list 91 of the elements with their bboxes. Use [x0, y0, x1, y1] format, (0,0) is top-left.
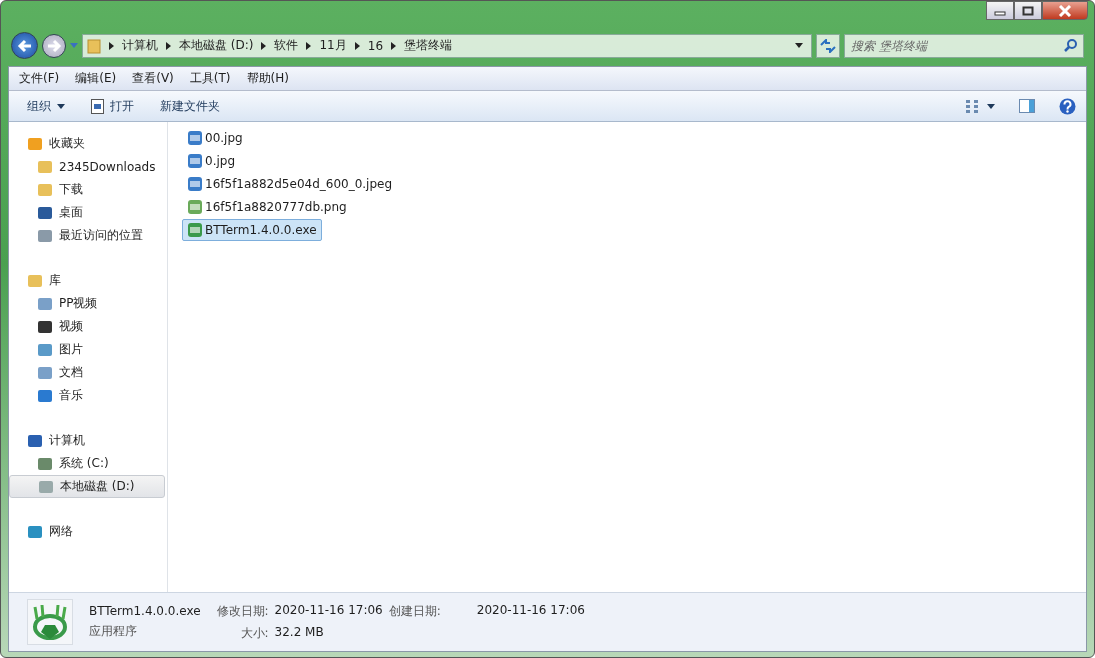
sidebar-item[interactable]: 图片 — [9, 338, 167, 361]
refresh-button[interactable] — [816, 33, 840, 58]
sidebar-item[interactable]: 系统 (C:) — [9, 452, 167, 475]
detail-label: 修改日期: — [216, 602, 269, 620]
toolbar-button[interactable]: 新建文件夹 — [150, 94, 230, 118]
menu-item[interactable]: 查看(V) — [124, 68, 182, 89]
sidebar-item-icon — [37, 295, 53, 312]
file-item[interactable]: 00.jpg — [182, 127, 248, 149]
dropdown-icon[interactable] — [795, 43, 803, 48]
sidebar-item-icon — [27, 432, 43, 449]
sidebar-item-icon — [37, 455, 53, 472]
forward-button[interactable] — [42, 33, 66, 58]
menu-item[interactable]: 帮助(H) — [238, 68, 297, 89]
arrow-right-icon — [46, 38, 62, 53]
app-logo-icon — [27, 599, 73, 645]
file-item[interactable]: 16f5f1a8820777db.png — [182, 196, 352, 218]
breadcrumb-item[interactable]: 11月 — [319, 37, 347, 54]
search-field[interactable]: 搜索 堡塔终端 — [844, 33, 1084, 58]
sidebar-item[interactable]: 本地磁盘 (D:) — [9, 475, 165, 498]
file-icon — [187, 176, 203, 192]
sidebar-item-icon — [37, 341, 53, 358]
file-name: BTTerm1.4.0.0.exe — [89, 604, 201, 618]
breadcrumb-item[interactable]: 堡塔终端 — [404, 37, 453, 54]
detail-label: 大小: — [239, 624, 269, 642]
file-icon — [187, 199, 203, 215]
chevron-icon — [166, 41, 171, 50]
sidebar-item[interactable]: 最近访问的位置 — [9, 224, 167, 247]
breadcrumb-item[interactable]: 16 — [367, 38, 384, 53]
sidebar-item-icon — [37, 318, 53, 335]
file-type: 应用程序 — [89, 623, 138, 640]
sidebar-item-icon — [37, 158, 53, 175]
detail-value: 2020-11-16 17:06 — [476, 602, 585, 619]
sidebar-item[interactable]: 音乐 — [9, 384, 167, 407]
folder-icon — [87, 37, 101, 54]
caret-icon — [57, 103, 65, 109]
sidebar-item-icon — [27, 272, 43, 289]
sidebar-item[interactable]: PP视频 — [9, 292, 167, 315]
menu-item[interactable]: 文件(F) — [11, 68, 68, 89]
refresh-icon — [820, 38, 836, 53]
sidebar-item-icon — [37, 364, 53, 381]
back-button[interactable] — [11, 32, 38, 59]
sidebar-item-icon — [37, 387, 53, 404]
menu-item[interactable]: 工具(T) — [181, 68, 239, 89]
sidebar-item-icon — [37, 227, 53, 244]
file-item[interactable]: 16f5f1a882d5e04d_600_0.jpeg — [182, 173, 398, 195]
preview-pane-icon[interactable] — [1019, 99, 1035, 113]
chevron-icon — [306, 41, 312, 50]
close-icon — [1058, 4, 1072, 17]
detail-value: 32.2 MB — [274, 624, 325, 641]
sidebar-item[interactable]: 桌面 — [9, 201, 167, 224]
chevron-icon — [354, 41, 360, 50]
chevron-icon — [391, 41, 397, 50]
address-bar[interactable]: 计算机 本地磁盘 (D:) 软件 11月 16 堡塔终端 — [82, 33, 812, 58]
maximize-button[interactable] — [1014, 1, 1042, 20]
sidebar-item[interactable]: 库 — [9, 269, 167, 292]
sidebar-item[interactable]: 2345Downloads — [9, 155, 167, 178]
detail-label: 创建日期: — [388, 602, 441, 620]
file-icon — [187, 153, 203, 169]
file-icon — [187, 222, 203, 238]
sidebar-item-icon — [27, 135, 43, 152]
detail-value: 2020-11-16 17:06 — [274, 602, 383, 619]
toolbar-button[interactable]: 打开 — [81, 94, 144, 118]
chevron-icon — [261, 41, 267, 50]
sidebar-item[interactable]: 网络 — [9, 520, 167, 543]
close-button[interactable] — [1042, 1, 1088, 20]
search-icon — [1064, 38, 1077, 52]
breadcrumb-item[interactable]: 本地磁盘 (D:) — [179, 37, 254, 54]
sidebar-item-icon — [37, 204, 53, 221]
sidebar-item-icon — [27, 523, 43, 540]
sidebar-item-icon — [37, 181, 53, 198]
sidebar-item[interactable]: 文档 — [9, 361, 167, 384]
file-item[interactable]: BTTerm1.4.0.0.exe — [182, 219, 322, 241]
arrow-left-icon — [16, 38, 33, 53]
caret-icon[interactable] — [987, 103, 995, 109]
view-options-icon[interactable] — [966, 99, 981, 113]
menu-item[interactable]: 编辑(E) — [67, 68, 125, 89]
sidebar-item[interactable]: 下载 — [9, 178, 167, 201]
breadcrumb-item[interactable]: 软件 — [274, 37, 299, 54]
minimize-button[interactable] — [986, 1, 1014, 20]
help-icon[interactable] — [1059, 97, 1076, 115]
file-icon — [187, 130, 203, 146]
window-icon — [91, 98, 104, 114]
file-item[interactable]: 0.jpg — [182, 150, 241, 172]
sidebar-item[interactable]: 计算机 — [9, 429, 167, 452]
maximize-icon — [1022, 5, 1034, 16]
sidebar-item[interactable]: 收藏夹 — [9, 132, 167, 155]
breadcrumb-item[interactable]: 计算机 — [122, 37, 158, 54]
chevron-icon — [109, 41, 114, 50]
sidebar-item[interactable]: 视频 — [9, 315, 167, 338]
sidebar-item-icon — [38, 478, 54, 495]
toolbar-button[interactable]: 组织 — [17, 94, 75, 118]
